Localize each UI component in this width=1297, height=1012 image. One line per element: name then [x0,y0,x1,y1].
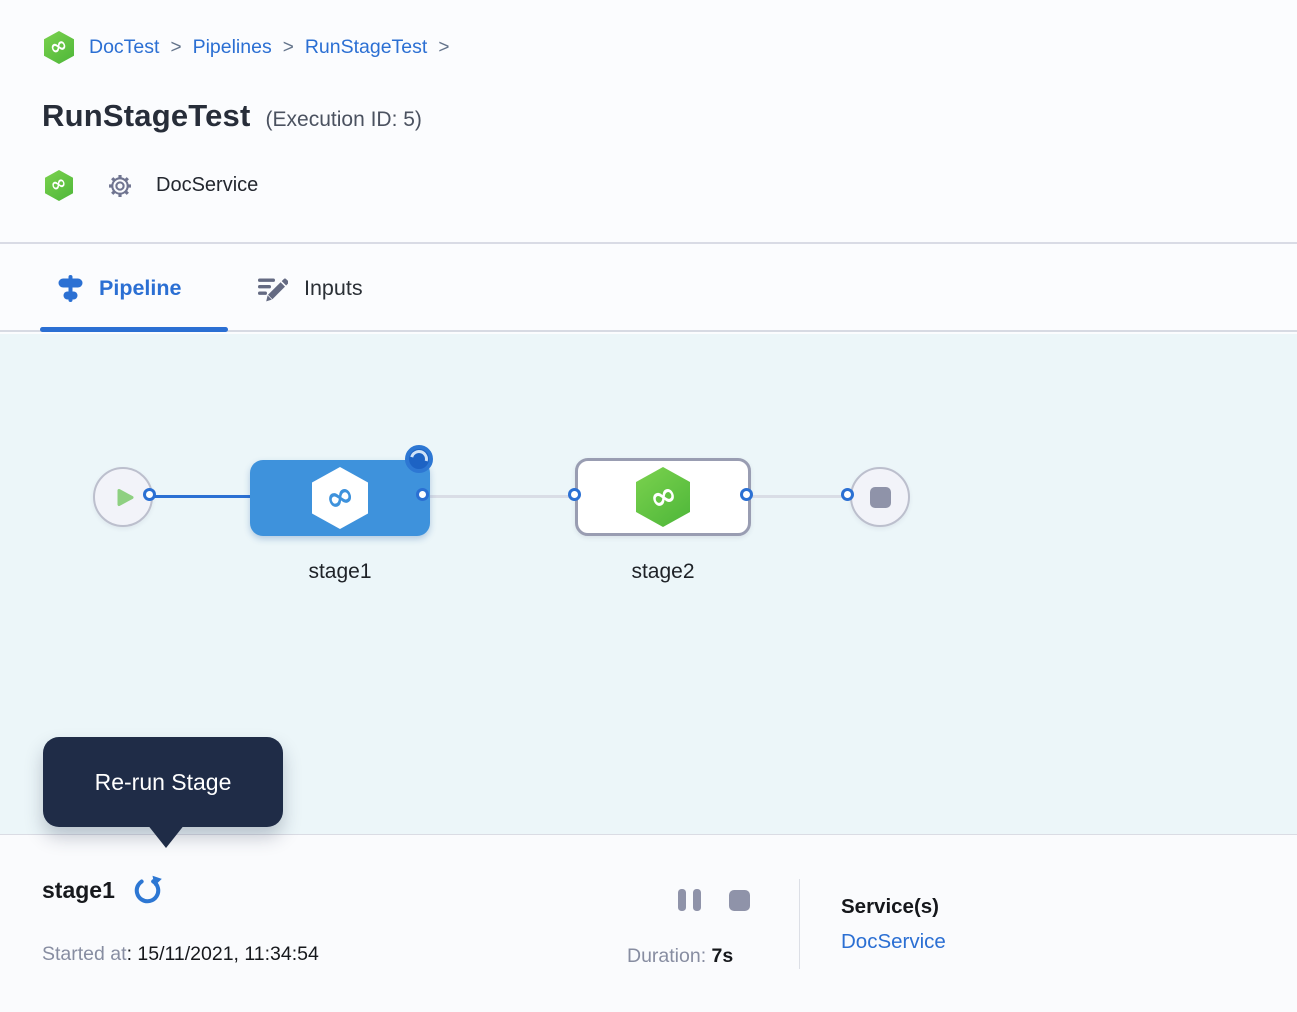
duration-label: Duration: [627,945,706,967]
breadcrumb-separator: > [438,37,449,59]
started-at: Started at: 15/11/2021, 11:34:54 [42,943,319,966]
tab-inputs-label: Inputs [304,276,363,301]
breadcrumb: ∞ DocTest > Pipelines > RunStageTest > [44,31,449,64]
play-icon [116,487,135,508]
tab-pipeline-label: Pipeline [99,276,181,301]
title-row: RunStageTest (Execution ID: 5) [42,98,422,134]
service-link[interactable]: DocService [841,930,946,954]
harness-stage-icon: ∞ [636,467,690,527]
abort-button[interactable] [729,890,750,911]
stage1-node[interactable]: ∞ [250,460,430,536]
footer-stage-name: stage1 [42,877,115,904]
service-name: DocService [156,174,258,197]
execution-controls [678,889,750,911]
footer-divider [799,879,800,969]
inputs-icon [258,275,288,302]
stop-icon [729,890,750,911]
breadcrumb-link-pipeline-name[interactable]: RunStageTest [305,36,428,59]
harness-stage-icon: ∞ [312,467,368,529]
tab-inputs[interactable]: Inputs [258,246,363,330]
stage2-node[interactable]: ∞ [575,458,751,536]
edge-stage1-to-stage2 [425,495,578,498]
edge-stage2-to-end [749,495,850,498]
active-tab-indicator [40,327,228,332]
header: ∞ DocTest > Pipelines > RunStageTest > R… [0,0,1297,244]
harness-logo-icon: ∞ [44,31,74,64]
rerun-tooltip: Re-run Stage [43,737,283,827]
page-title: RunStageTest [42,98,251,134]
pipeline-icon [58,275,83,302]
rerun-tooltip-label: Re-run Stage [95,769,232,796]
footer-stage-row: stage1 [42,875,163,906]
gear-icon [106,172,134,200]
connector-dot[interactable] [740,488,753,501]
service-row: ∞ DocService [45,170,258,201]
tooltip-arrow [147,824,185,848]
pause-button[interactable] [678,889,701,911]
breadcrumb-separator: > [283,37,294,59]
connector-dot[interactable] [841,488,854,501]
started-at-label: Started at [42,943,127,965]
tab-pipeline[interactable]: Pipeline [58,246,181,330]
footer: stage1 Started at: 15/11/2021, 11:34:54 [0,834,1297,1012]
connector-dot[interactable] [143,488,156,501]
execution-id: (Execution ID: 5) [266,108,422,132]
connector-dot[interactable] [568,488,581,501]
pause-icon [678,889,701,911]
stop-icon [870,487,891,508]
services-label: Service(s) [841,895,939,919]
breadcrumb-link-pipelines[interactable]: Pipelines [193,36,272,59]
duration-value: 7s [712,945,734,967]
edge-start-to-stage1 [152,495,252,498]
stage1-label: stage1 [250,560,430,584]
refresh-icon [132,875,163,906]
duration: Duration: 7s [627,945,733,968]
started-at-value: : 15/11/2021, 11:34:54 [127,943,319,965]
connector-dot[interactable] [416,488,429,501]
breadcrumb-separator: > [170,37,181,59]
breadcrumb-link-project[interactable]: DocTest [89,36,159,59]
stage2-label: stage2 [573,560,753,584]
running-spinner-icon [405,445,433,473]
rerun-stage-button[interactable] [132,875,163,906]
end-node[interactable] [850,467,910,527]
tab-bar: Pipeline Inputs [0,246,1297,332]
page: ∞ DocTest > Pipelines > RunStageTest > R… [0,0,1297,1012]
harness-logo-icon: ∞ [45,170,73,201]
